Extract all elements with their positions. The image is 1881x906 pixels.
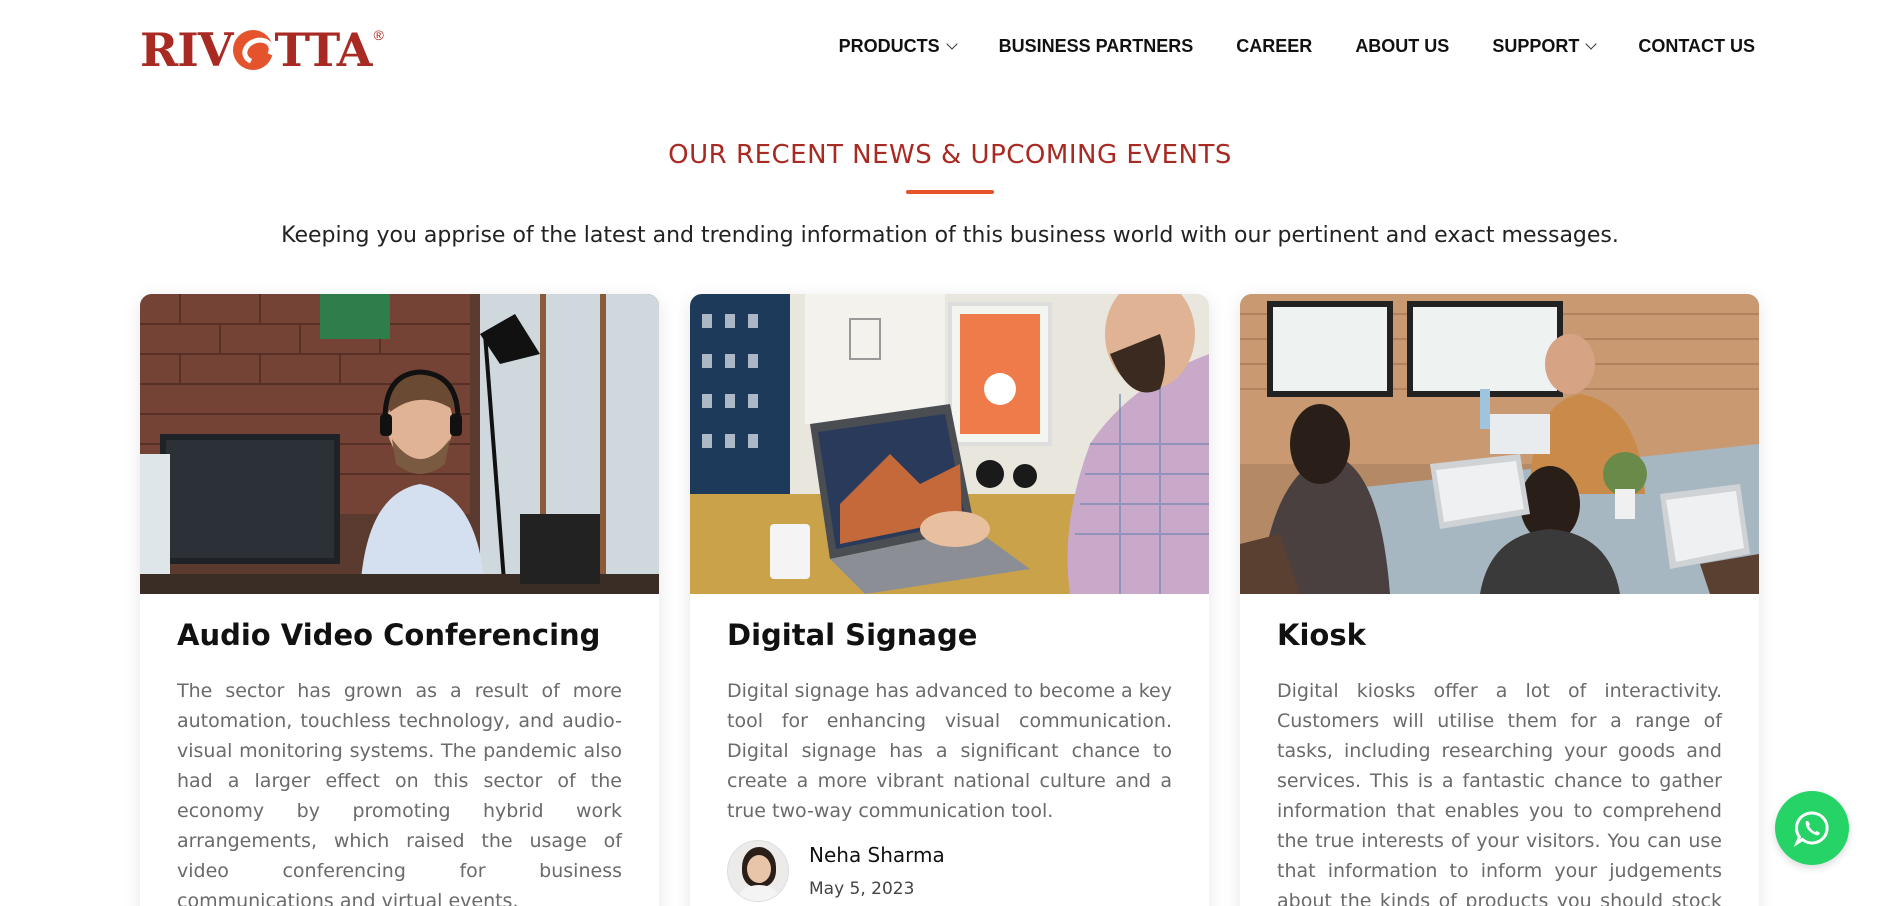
- nav-business-partners[interactable]: BUSINESS PARTNERS: [999, 36, 1194, 57]
- chevron-down-icon: [1585, 38, 1597, 50]
- logo-text-left: RIV: [140, 23, 233, 77]
- main-nav: PRODUCTS BUSINESS PARTNERS CAREER ABOUT …: [796, 36, 1755, 57]
- rivotta-logo[interactable]: RIV TTA ®: [140, 23, 384, 77]
- chevron-down-icon: [945, 38, 958, 50]
- post-date: May 5, 2023: [809, 879, 915, 899]
- avatar: [727, 840, 789, 902]
- logo-text-right: TTA: [274, 23, 372, 77]
- card-excerpt: Digital kiosks offer a lot of interactiv…: [1277, 680, 1722, 906]
- registered-mark: ®: [373, 27, 384, 43]
- nav-career[interactable]: CAREER: [1236, 36, 1312, 57]
- nav-products[interactable]: PRODUCTS: [839, 36, 958, 57]
- card-image-office-headset[interactable]: [140, 294, 659, 594]
- card-excerpt: Digital signage has advanced to become a…: [727, 680, 1172, 822]
- card-title[interactable]: Kiosk: [1277, 618, 1722, 652]
- card-image-laptop-desk[interactable]: [690, 294, 1209, 594]
- site-header: RIV TTA ® PRODUCTS BUSINESS PARTNERS CAR…: [0, 0, 1881, 96]
- news-card-audio-video[interactable]: Audio Video Conferencing The sector has …: [140, 294, 659, 906]
- nav-about-us[interactable]: ABOUT US: [1355, 36, 1449, 57]
- news-card-kiosk[interactable]: Kiosk Digital kiosks offer a lot of inte…: [1240, 294, 1759, 906]
- card-excerpt: The sector has grown as a result of more…: [177, 680, 622, 906]
- whatsapp-chat-button[interactable]: [1775, 791, 1849, 865]
- card-title[interactable]: Audio Video Conferencing: [177, 618, 622, 652]
- author-name: Neha Sharma: [809, 843, 945, 867]
- nav-contact-us[interactable]: CONTACT US: [1638, 36, 1755, 57]
- section-subtitle: Keeping you apprise of the latest and tr…: [281, 223, 1619, 248]
- section-title: OUR RECENT NEWS & UPCOMING EVENTS: [668, 140, 1232, 170]
- whatsapp-icon: [1793, 811, 1829, 847]
- news-card-digital-signage[interactable]: Digital Signage Digital signage has adva…: [690, 294, 1209, 906]
- nav-support[interactable]: SUPPORT: [1492, 36, 1597, 57]
- card-title[interactable]: Digital Signage: [727, 618, 1172, 652]
- logo-swirl-icon: [233, 30, 274, 70]
- card-image-team-laptops[interactable]: [1240, 294, 1759, 594]
- author-block: Neha Sharma May 5, 2023: [727, 840, 1172, 902]
- title-underline: [906, 190, 994, 194]
